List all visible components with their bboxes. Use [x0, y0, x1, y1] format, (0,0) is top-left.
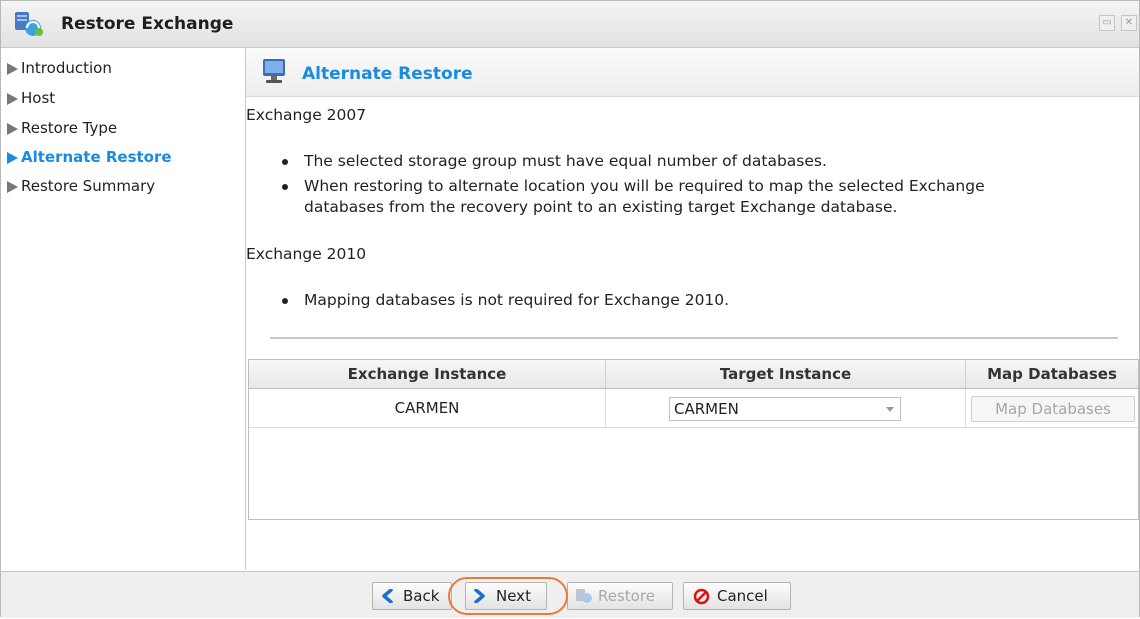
exchange-2010-bullet-1: Mapping databases is not required for Ex… — [304, 291, 730, 309]
close-window-button[interactable]: ✕ — [1121, 15, 1137, 31]
back-button[interactable]: Back — [372, 582, 452, 610]
bullet-dot — [282, 184, 288, 190]
step-arrow-icon — [7, 181, 18, 193]
monitor-icon — [263, 59, 285, 83]
target-instance-value: CARMEN — [674, 400, 739, 418]
section-divider — [270, 337, 1118, 339]
exchange-2007-bullet-2: When restoring to alternate location you… — [304, 177, 985, 195]
column-header-target-instance[interactable]: Target Instance — [606, 360, 966, 388]
exchange-2010-heading: Exchange 2010 — [246, 245, 367, 263]
restore-button[interactable]: Restore — [567, 582, 673, 610]
column-header-exchange-instance[interactable]: Exchange Instance — [249, 360, 606, 388]
map-databases-button[interactable]: Map Databases — [971, 396, 1135, 422]
exchange-instance-cell: CARMEN — [249, 389, 606, 427]
sidebar-item-introduction[interactable]: Introduction — [21, 59, 112, 77]
section-title: Alternate Restore — [302, 64, 473, 84]
target-instance-select[interactable]: CARMEN — [669, 397, 901, 421]
step-arrow-icon-active — [7, 152, 18, 164]
exchange-2007-heading: Exchange 2007 — [246, 106, 367, 124]
step-arrow-icon — [7, 93, 18, 105]
wizard-footer: Back Next Restore Cancel — [1, 571, 1139, 618]
bullet-dot — [282, 298, 288, 304]
restore-button-label: Restore — [598, 587, 655, 605]
next-button[interactable]: Next — [465, 582, 547, 610]
title-bar: Restore Exchange ▭ ✕ — [1, 1, 1139, 48]
restore-exchange-window: Restore Exchange ▭ ✕ Introduction Host R… — [0, 0, 1140, 618]
main-panel: Alternate Restore Exchange 2007 The sele… — [246, 48, 1139, 570]
back-button-label: Back — [403, 587, 440, 605]
grid-header-row: Exchange Instance Target Instance Map Da… — [249, 360, 1138, 389]
chevron-left-icon — [382, 589, 393, 603]
chevron-right-icon — [474, 589, 485, 603]
restore-icon — [576, 589, 592, 603]
restore-window-button[interactable]: ▭ — [1099, 15, 1115, 31]
exchange-2007-bullet-1: The selected storage group must have equ… — [304, 152, 827, 170]
wizard-steps-sidebar: Introduction Host Restore Type Alternate… — [1, 48, 246, 570]
row-divider — [249, 427, 1138, 428]
step-arrow-icon — [7, 63, 18, 75]
instance-mapping-grid: Exchange Instance Target Instance Map Da… — [248, 359, 1139, 520]
cancel-button-label: Cancel — [717, 587, 768, 605]
column-header-map-databases[interactable]: Map Databases — [966, 360, 1138, 388]
exchange-restore-icon — [15, 12, 43, 36]
sidebar-item-alternate-restore[interactable]: Alternate Restore — [21, 148, 172, 166]
chevron-down-icon — [886, 407, 894, 412]
window-title: Restore Exchange — [61, 14, 234, 34]
cancel-icon — [693, 588, 710, 605]
sidebar-item-restore-type[interactable]: Restore Type — [21, 119, 117, 137]
cancel-button[interactable]: Cancel — [683, 582, 791, 610]
bullet-dot — [282, 159, 288, 165]
step-arrow-icon — [7, 123, 18, 135]
sidebar-item-host[interactable]: Host — [21, 89, 55, 107]
sidebar-item-restore-summary[interactable]: Restore Summary — [21, 177, 155, 195]
exchange-2007-bullet-2-continued: databases from the recovery point to an … — [304, 198, 898, 216]
section-header: Alternate Restore — [246, 48, 1139, 97]
next-button-label: Next — [496, 587, 531, 605]
